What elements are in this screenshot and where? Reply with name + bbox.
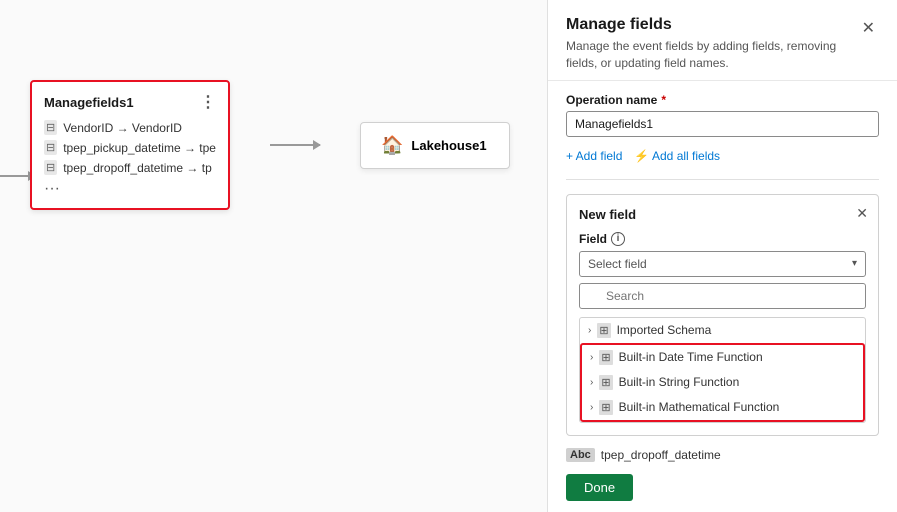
field-label-row: Field i — [579, 232, 866, 246]
highlighted-group: › ⊞ Built-in Date Time Function › ⊞ Buil… — [580, 343, 865, 422]
add-field-label: + Add field — [566, 149, 622, 163]
dropdown-item-label-datetime: Built-in Date Time Function — [619, 350, 763, 364]
dropdown-item-label-imported: Imported Schema — [617, 323, 712, 337]
done-label: Done — [584, 480, 615, 495]
action-row: + Add field ⚡ Add all fields — [566, 149, 879, 163]
required-star: * — [661, 93, 666, 107]
done-button[interactable]: Done — [566, 474, 633, 501]
search-wrapper: 🔍 — [579, 283, 866, 313]
grid-icon-math: ⊞ — [599, 400, 612, 415]
dropdown-item-imported[interactable]: › ⊞ Imported Schema — [580, 318, 865, 343]
close-panel-button[interactable]: ✕ — [858, 16, 879, 40]
dropdown-item-datetime[interactable]: › ⊞ Built-in Date Time Function — [582, 345, 863, 370]
panel-description: Manage the event fields by adding fields… — [566, 38, 846, 72]
dropdown-item-label-math: Built-in Mathematical Function — [619, 400, 780, 414]
grid-icon-datetime: ⊞ — [599, 350, 612, 365]
node-field-3: ⊟ tpep_dropoff_datetime → tp — [44, 160, 216, 175]
field-source-3: tpep_dropoff_datetime → tp — [63, 161, 212, 175]
lakehouse-title: Lakehouse1 — [411, 138, 486, 153]
canvas-area: Managefields1 ⋮ ⊟ VendorID → VendorID ⊟ … — [0, 0, 547, 512]
lakehouse-node[interactable]: 🏠 Lakehouse1 — [360, 122, 510, 169]
field-label-text: Field — [579, 232, 607, 246]
node-field-2: ⊟ tpep_pickup_datetime → tpe — [44, 140, 216, 155]
managefields-node[interactable]: Managefields1 ⋮ ⊟ VendorID → VendorID ⊟ … — [30, 80, 230, 210]
new-field-section: New field ✕ Field i Select field ▾ 🔍 — [566, 194, 879, 436]
add-all-fields-button[interactable]: ⚡ Add all fields — [634, 149, 720, 163]
add-field-button[interactable]: + Add field — [566, 149, 622, 163]
dropdown-item-string[interactable]: › ⊞ Built-in String Function — [582, 370, 863, 395]
panel-header: Manage fields Manage the event fields by… — [548, 0, 897, 81]
operation-label: Operation name * — [566, 93, 879, 107]
bottom-field-row: Abc tpep_dropoff_datetime — [566, 448, 879, 462]
grid-icon-imported: ⊞ — [597, 323, 610, 338]
field-icon-3: ⊟ — [44, 160, 57, 175]
node-more-icon: ··· — [44, 180, 216, 198]
select-placeholder: Select field — [588, 257, 647, 271]
node-options-icon[interactable]: ⋮ — [200, 92, 216, 112]
panel-body: Operation name * + Add field ⚡ Add all f… — [548, 81, 897, 512]
operation-name-input[interactable] — [566, 111, 879, 137]
chevron-down-icon: ▾ — [852, 258, 857, 269]
bottom-field-label: tpep_dropoff_datetime — [601, 448, 721, 462]
dropdown-item-label-string: Built-in String Function — [619, 375, 740, 389]
dropdown-item-math[interactable]: › ⊞ Built-in Mathematical Function — [582, 395, 863, 420]
lakehouse-icon: 🏠 — [381, 135, 403, 156]
search-input[interactable] — [579, 283, 866, 309]
grid-icon-string: ⊞ — [599, 375, 612, 390]
node-header: Managefields1 ⋮ — [44, 92, 216, 112]
abs-icon: Abc — [566, 448, 595, 462]
tree-expand-icon: › — [588, 325, 591, 336]
tree-expand-icon-string: › — [590, 377, 593, 388]
field-icon-1: ⊟ — [44, 120, 57, 135]
right-panel: Manage fields Manage the event fields by… — [547, 0, 897, 512]
dropdown-list: › ⊞ Imported Schema › ⊞ Built-in Date Ti… — [579, 317, 866, 423]
select-field-dropdown[interactable]: Select field ▾ — [579, 251, 866, 277]
tree-expand-icon-datetime: › — [590, 352, 593, 363]
panel-title-group: Manage fields Manage the event fields by… — [566, 16, 846, 72]
field-source-1: VendorID → VendorID — [63, 121, 182, 135]
node-container: Managefields1 ⋮ ⊟ VendorID → VendorID ⊟ … — [30, 80, 510, 210]
new-field-title: New field — [579, 207, 866, 222]
tree-expand-icon-math: › — [590, 402, 593, 413]
field-info-icon[interactable]: i — [611, 232, 625, 246]
arrow-connector — [270, 144, 320, 146]
field-source-2: tpep_pickup_datetime → tpe — [63, 141, 216, 155]
node-title: Managefields1 — [44, 95, 134, 110]
new-field-close-button[interactable]: ✕ — [856, 205, 868, 222]
node-field-1: ⊟ VendorID → VendorID — [44, 120, 216, 135]
divider — [566, 179, 879, 180]
field-icon-2: ⊟ — [44, 140, 57, 155]
panel-title: Manage fields — [566, 16, 846, 34]
add-all-fields-label: ⚡ Add all fields — [634, 149, 720, 163]
